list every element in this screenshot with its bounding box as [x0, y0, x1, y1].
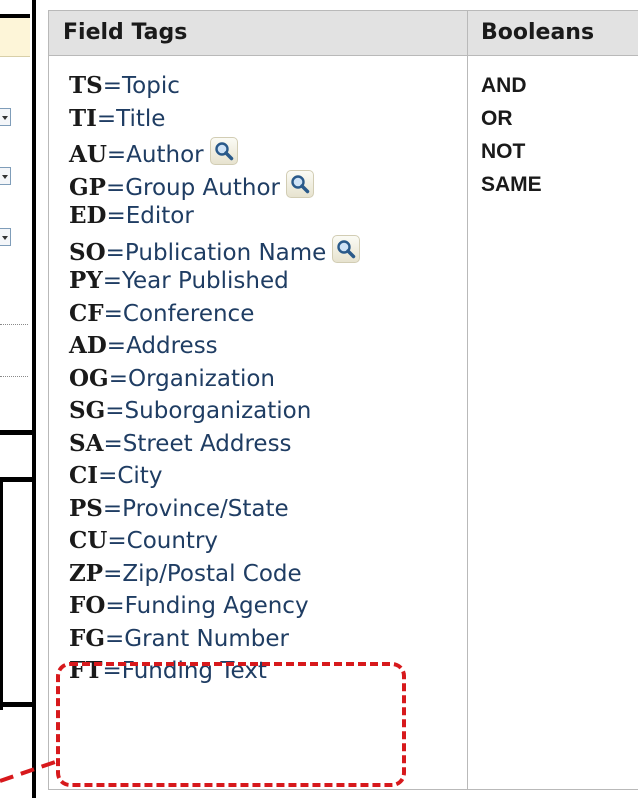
select-dropdown-stub-1[interactable]	[0, 108, 11, 126]
field-tag-label: =Conference	[103, 300, 255, 327]
column-divider	[467, 11, 468, 789]
field-tag-label: =Country	[107, 528, 219, 554]
field-tag-ci: CI=City	[69, 462, 360, 495]
table-header-row: Field Tags Booleans	[49, 11, 638, 56]
field-tag-code: TS	[69, 72, 103, 99]
field-tag-label: =Province/State	[102, 495, 289, 522]
field-tag-label: =Funding Agency	[105, 593, 309, 619]
field-tag-ts: TS=Topic	[69, 72, 360, 105]
field-tag-label: =Street Address	[103, 430, 292, 457]
funding-fields-highlight	[56, 662, 406, 787]
field-tag-code: OG	[69, 364, 109, 392]
field-tag-label: =Suborganization	[105, 398, 312, 424]
field-tag-label: =Organization	[108, 365, 275, 392]
divider	[0, 376, 28, 377]
field-tag-label: =Author	[106, 142, 204, 168]
field-tag-code: PS	[69, 494, 103, 522]
field-tag-code: AD	[69, 332, 107, 359]
field-tag-ad: AD=Address	[69, 332, 360, 365]
field-tag-fg: FG=Grant Number	[69, 625, 360, 658]
boolean-operator-same: SAME	[481, 173, 542, 196]
field-tag-label: =Address	[106, 333, 218, 359]
field-tag-label: =Editor	[106, 203, 194, 229]
field-tag-list: TS=Topic TI=Title AU=Author GP=Group Author…	[69, 72, 361, 690]
background-frame-edge	[0, 702, 32, 707]
field-tag-ps: PS=Province/State	[69, 495, 360, 528]
field-tag-code: ED	[69, 202, 107, 229]
boolean-operator-and: AND	[481, 74, 527, 97]
field-tag-label: =Title	[96, 105, 166, 132]
field-tag-cu: CU=Country	[69, 527, 360, 560]
field-tag-gp: GP=Group Author	[69, 169, 360, 203]
field-tag-so: SO=Publication Name	[69, 234, 361, 268]
field-tag-code: SG	[69, 397, 106, 424]
field-tag-ti: TI=Title	[69, 105, 360, 138]
boolean-list: AND OR NOT SAME	[481, 72, 542, 204]
field-tag-au: AU=Author	[69, 137, 360, 170]
field-tag-cf: CF=Conference	[69, 300, 360, 333]
background-frame-edge	[0, 480, 3, 710]
field-tag-label: =Zip/Postal Code	[103, 560, 302, 587]
boolean-operator-not: NOT	[481, 140, 526, 163]
field-tag-label: =Publication Name	[105, 239, 327, 266]
field-tag-ed: ED=Editor	[69, 202, 360, 235]
field-tag-code: CF	[69, 299, 104, 327]
select-dropdown-stub-2[interactable]	[0, 167, 11, 185]
highlight-pointer-line	[0, 759, 59, 783]
field-tag-sa: SA=Street Address	[69, 430, 360, 463]
field-tag-code: TI	[69, 104, 97, 132]
field-tag-code: SA	[69, 429, 104, 457]
field-tag-label: =Group Author	[105, 174, 280, 201]
magnifier-icon[interactable]	[285, 169, 314, 198]
field-tag-code: GP	[69, 173, 106, 201]
magnifier-icon[interactable]	[209, 137, 238, 165]
field-tag-code: FG	[69, 624, 105, 652]
field-tag-code: CI	[69, 462, 99, 489]
select-dropdown-stub-3[interactable]	[0, 228, 11, 246]
magnifier-icon[interactable]	[332, 234, 361, 263]
field-tags-header: Field Tags	[63, 20, 188, 45]
field-tag-label: =Year Published	[102, 268, 289, 294]
field-tag-py: PY=Year Published	[69, 267, 360, 300]
field-tag-label: =City	[98, 463, 163, 489]
field-tag-label: =Grant Number	[104, 625, 289, 652]
background-frame-edge	[0, 477, 32, 482]
field-tag-code: ZP	[69, 559, 104, 587]
field-tag-code: CU	[69, 527, 108, 554]
background-cream-bar	[0, 18, 30, 57]
field-tag-code: PY	[69, 267, 103, 294]
field-tag-code: FO	[69, 592, 106, 619]
field-tag-zp: ZP=Zip/Postal Code	[69, 560, 360, 593]
field-tag-sg: SG=Suborganization	[69, 397, 360, 430]
field-tag-og: OG=Organization	[69, 365, 360, 398]
booleans-header: Booleans	[481, 20, 595, 45]
background-frame-edge	[0, 430, 32, 435]
background-frame-edge	[0, 0, 30, 18]
boolean-operator-or: OR	[481, 107, 513, 130]
divider	[0, 324, 28, 325]
field-tag-label: =Topic	[102, 73, 180, 99]
field-tag-code: SO	[69, 238, 106, 266]
field-tag-fo: FO=Funding Agency	[69, 592, 360, 625]
field-tag-code: AU	[69, 141, 107, 168]
